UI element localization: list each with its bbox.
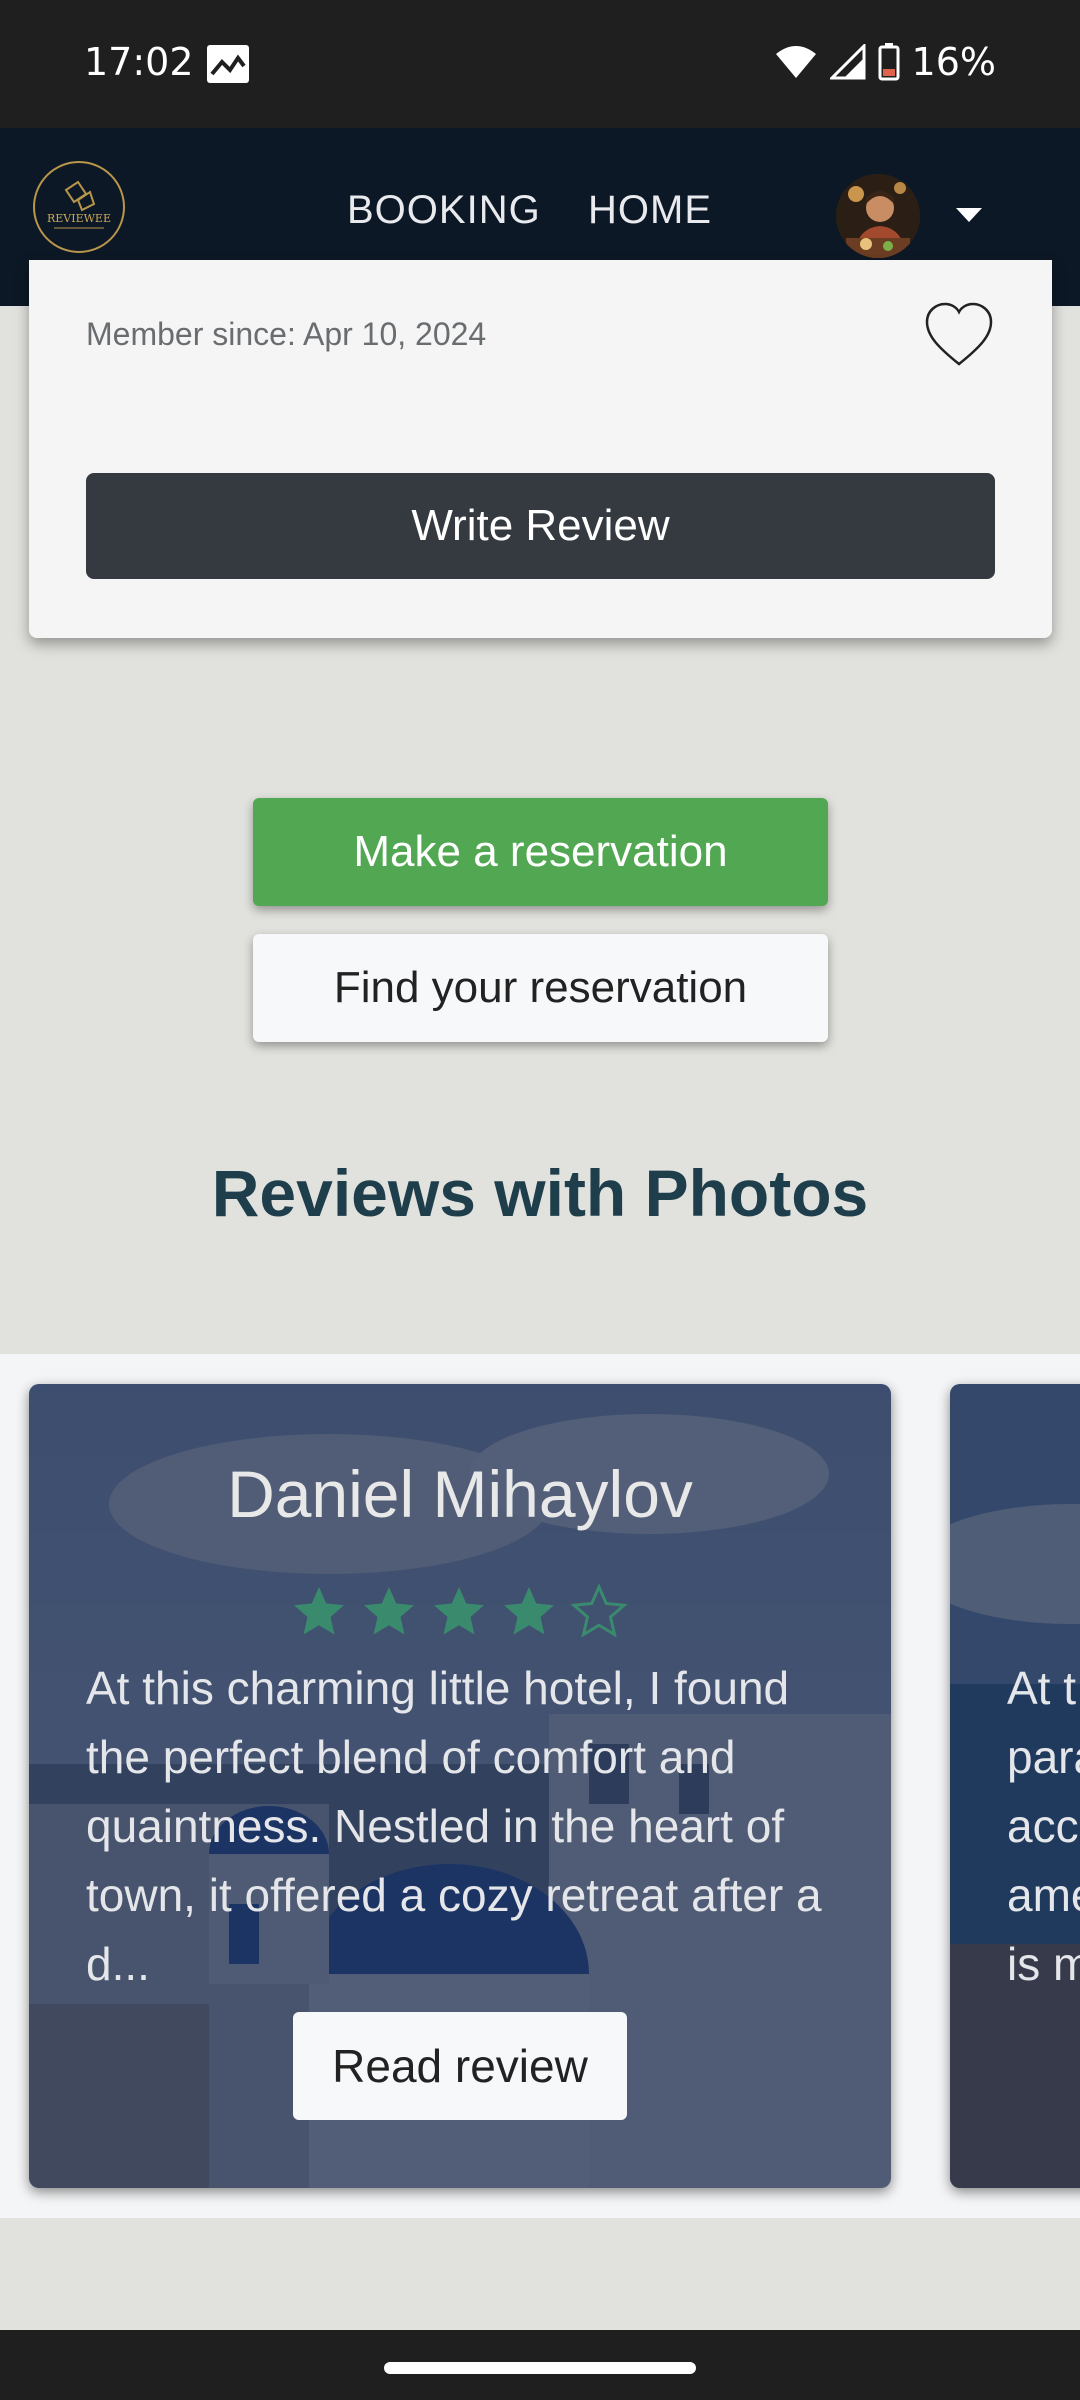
review-excerpt: At this charming little hotel, I found t…: [86, 1662, 822, 1990]
nav-booking-link[interactable]: BOOKING: [347, 188, 541, 233]
star-empty-icon: [570, 1583, 628, 1638]
home-gesture-handle[interactable]: [384, 2362, 696, 2374]
review-excerpt: At t para acco ame is m: [1007, 1662, 1080, 1990]
find-reservation-button[interactable]: Find your reservation: [253, 934, 828, 1042]
logo-text: REVIEWEE: [47, 212, 111, 225]
wifi-icon: [774, 44, 818, 80]
review-card[interactable]: At t para acco ame is m: [950, 1384, 1080, 2188]
star-filled-icon: [504, 1587, 554, 1635]
caret-down-icon[interactable]: [956, 208, 982, 224]
write-review-button[interactable]: Write Review: [86, 473, 995, 579]
heart-icon[interactable]: [919, 300, 999, 370]
member-since-text: Member since: Apr 10, 2024: [86, 316, 487, 352]
review-card[interactable]: Daniel Mihaylov At this charming little …: [29, 1384, 891, 2188]
user-avatar[interactable]: [836, 174, 920, 258]
reviewer-name: Daniel Mihaylov: [227, 1457, 693, 1531]
signal-icon: [829, 44, 866, 80]
gallery-icon: [206, 44, 250, 84]
battery-icon: [878, 43, 900, 81]
star-filled-icon: [364, 1587, 414, 1635]
reviewee-logo[interactable]: REVIEWEE: [32, 160, 126, 254]
reviews-carousel[interactable]: Daniel Mihaylov At this charming little …: [0, 1354, 1080, 2218]
status-time: 17:02: [84, 40, 194, 84]
battery-percent: 16%: [911, 40, 996, 84]
star-rating: [289, 1582, 629, 1642]
star-filled-icon: [294, 1587, 344, 1635]
profile-card: Member since: Apr 10, 2024 Write Review: [29, 260, 1052, 638]
make-reservation-button[interactable]: Make a reservation: [253, 798, 828, 906]
gesture-nav-bar: [0, 2330, 1080, 2400]
read-review-button[interactable]: Read review: [293, 2012, 627, 2120]
reviews-section-title: Reviews with Photos: [211, 1156, 869, 1230]
star-filled-icon: [434, 1587, 484, 1635]
status-bar: 17:02 16%: [0, 0, 1080, 128]
nav-home-link[interactable]: HOME: [588, 188, 712, 233]
